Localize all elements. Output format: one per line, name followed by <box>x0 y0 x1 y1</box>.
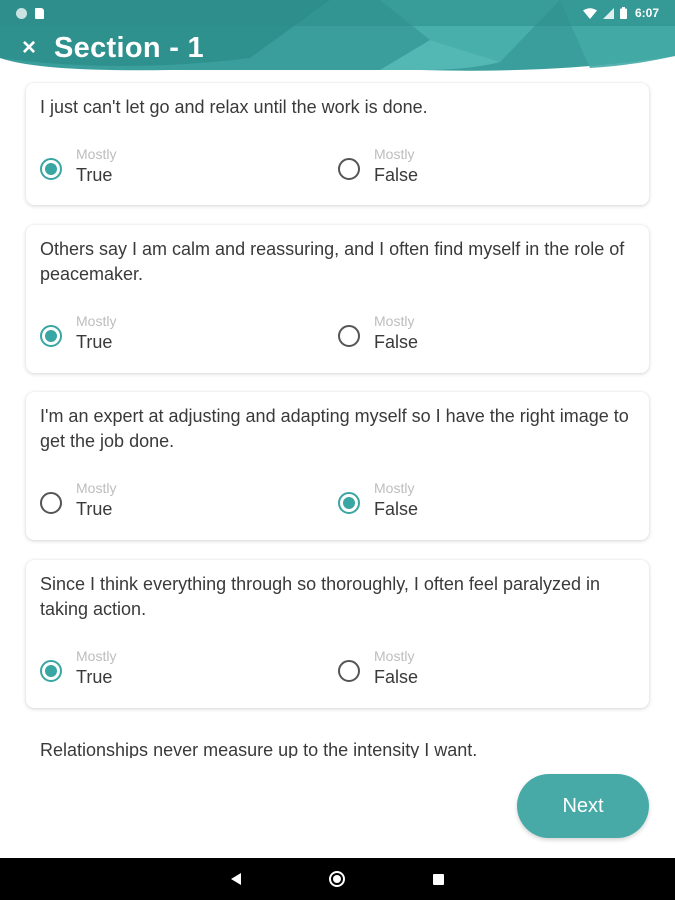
home-icon[interactable] <box>329 871 345 887</box>
option-label: False <box>374 667 419 687</box>
option-qualifier: Mostly <box>374 313 415 329</box>
option-mostly-false[interactable]: Mostly False <box>338 647 418 689</box>
radio-button[interactable] <box>338 158 360 180</box>
page-title: Section - 1 <box>54 31 204 64</box>
notification-dot-icon <box>16 7 27 19</box>
question-card: I just can't let go and relax until the … <box>26 83 649 205</box>
option-label: True <box>76 165 113 185</box>
wifi-icon <box>582 7 597 19</box>
option-qualifier: Mostly <box>76 648 117 664</box>
option-qualifier: Mostly <box>76 480 117 496</box>
option-mostly-false[interactable]: Mostly False <box>338 145 418 187</box>
option-mostly-true[interactable]: Mostly True <box>40 312 116 354</box>
radio-button[interactable] <box>40 325 62 347</box>
battery-icon <box>619 7 627 19</box>
next-button[interactable]: Next <box>517 774 649 838</box>
question-card: I'm an expert at adjusting and adapting … <box>26 392 649 540</box>
radio-button[interactable] <box>338 492 360 514</box>
option-mostly-true[interactable]: Mostly True <box>40 647 116 689</box>
question-text: Others say I am calm and reassuring, and… <box>40 239 625 284</box>
radio-button[interactable] <box>40 492 62 514</box>
status-bar: 6:07 <box>0 0 675 26</box>
recents-icon[interactable] <box>433 873 444 885</box>
option-qualifier: Mostly <box>76 313 117 329</box>
close-icon[interactable]: × <box>18 36 40 60</box>
option-mostly-false[interactable]: Mostly False <box>338 312 418 354</box>
radio-button[interactable] <box>40 660 62 682</box>
question-text: Since I think everything through so thor… <box>40 574 601 619</box>
option-qualifier: Mostly <box>374 480 415 496</box>
radio-button[interactable] <box>338 660 360 682</box>
back-icon[interactable] <box>231 873 241 885</box>
sd-card-icon <box>35 7 44 19</box>
radio-button[interactable] <box>40 158 62 180</box>
question-card: Since I think everything through so thor… <box>26 560 649 708</box>
option-qualifier: Mostly <box>76 146 117 162</box>
option-qualifier: Mostly <box>374 648 415 664</box>
radio-button[interactable] <box>338 325 360 347</box>
option-mostly-true[interactable]: Mostly True <box>40 145 116 187</box>
option-label: False <box>374 332 419 352</box>
option-label: True <box>76 667 113 687</box>
question-text: I just can't let go and relax until the … <box>40 97 428 117</box>
option-label: True <box>76 499 113 519</box>
option-label: False <box>374 165 419 185</box>
navigation-bar <box>0 858 675 900</box>
option-mostly-true[interactable]: Mostly True <box>40 479 116 521</box>
question-list[interactable]: I just can't let go and relax until the … <box>0 70 675 758</box>
signal-icon <box>602 7 614 19</box>
question-card-partial: Relationships never measure up to the in… <box>26 738 649 758</box>
question-text: Relationships never measure up to the in… <box>40 740 478 758</box>
option-label: False <box>374 499 419 519</box>
status-time: 6:07 <box>634 6 659 20</box>
option-qualifier: Mostly <box>374 146 415 162</box>
option-mostly-false[interactable]: Mostly False <box>338 479 418 521</box>
option-label: True <box>76 332 113 352</box>
question-text: I'm an expert at adjusting and adapting … <box>40 406 629 451</box>
question-card: Others say I am calm and reassuring, and… <box>26 225 649 373</box>
